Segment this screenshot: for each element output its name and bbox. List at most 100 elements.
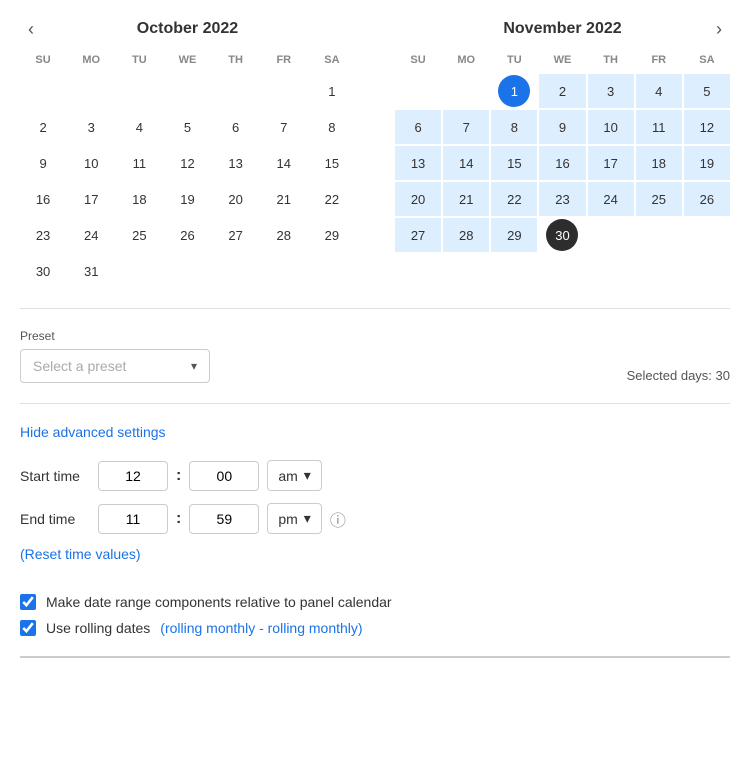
oct-day-28[interactable]: 28 [261, 218, 307, 252]
end-ampm-select[interactable]: pm ▾ [267, 503, 321, 534]
nov-dow-tu: TU [491, 50, 537, 72]
oct-day-20[interactable]: 20 [213, 182, 259, 216]
prev-month-button[interactable]: ‹ [20, 17, 42, 42]
end-ampm-value: pm [278, 511, 297, 527]
nov-day-5[interactable]: 5 [684, 74, 730, 108]
rolling-dates-checkbox[interactable] [20, 620, 36, 636]
end-hour-input[interactable] [98, 504, 168, 534]
nov-empty-end2 [636, 218, 682, 252]
relative-calendar-checkbox[interactable] [20, 594, 36, 610]
nov-day-6[interactable]: 6 [395, 110, 441, 144]
oct-day-10[interactable]: 10 [68, 146, 114, 180]
nov-day-21[interactable]: 21 [443, 182, 489, 216]
start-time-label: Start time [20, 468, 90, 484]
time-info-icon[interactable]: ⓘ [330, 507, 346, 531]
november-header: November 2022 › [395, 20, 730, 38]
nov-day-10[interactable]: 10 [588, 110, 634, 144]
nov-day-13[interactable]: 13 [395, 146, 441, 180]
dow-th: TH [213, 50, 259, 72]
oct-day-13[interactable]: 13 [213, 146, 259, 180]
preset-label: Preset [20, 329, 210, 343]
preset-dropdown[interactable]: Select a preset ▾ [20, 349, 210, 383]
nov-day-1[interactable]: 1 [491, 74, 537, 108]
oct-day-9[interactable]: 9 [20, 146, 66, 180]
start-minute-input[interactable] [189, 461, 259, 491]
end-minute-input[interactable] [189, 504, 259, 534]
nov-day-9[interactable]: 9 [539, 110, 585, 144]
bottom-divider [20, 656, 730, 658]
preset-left: Preset Select a preset ▾ [20, 329, 210, 383]
nov-day-16[interactable]: 16 [539, 146, 585, 180]
oct-day-19[interactable]: 19 [164, 182, 210, 216]
oct-day-29[interactable]: 29 [309, 218, 355, 252]
october-month: October [137, 20, 198, 37]
checkbox-1-label: Make date range components relative to p… [46, 594, 392, 610]
nov-day-29[interactable]: 29 [491, 218, 537, 252]
oct-day-2[interactable]: 2 [20, 110, 66, 144]
start-hour-input[interactable] [98, 461, 168, 491]
oct-day-16[interactable]: 16 [20, 182, 66, 216]
nov-day-3[interactable]: 3 [588, 74, 634, 108]
nov-day-28[interactable]: 28 [443, 218, 489, 252]
nov-day-12[interactable]: 12 [684, 110, 730, 144]
hide-advanced-link[interactable]: Hide advanced settings [20, 424, 166, 440]
november-calendar: November 2022 › SU MO TU WE TH FR SA 1 2… [395, 20, 730, 288]
oct-day-12[interactable]: 12 [164, 146, 210, 180]
next-month-button[interactable]: › [708, 17, 730, 42]
oct-day-25[interactable]: 25 [116, 218, 162, 252]
oct-day-21[interactable]: 21 [261, 182, 307, 216]
oct-day-30[interactable]: 30 [20, 254, 66, 288]
nov-day-15[interactable]: 15 [491, 146, 537, 180]
oct-day-31[interactable]: 31 [68, 254, 114, 288]
oct-day-5[interactable]: 5 [164, 110, 210, 144]
oct-day-15[interactable]: 15 [309, 146, 355, 180]
oct-day-23[interactable]: 23 [20, 218, 66, 252]
nov-day-14[interactable]: 14 [443, 146, 489, 180]
nov-day-23[interactable]: 23 [539, 182, 585, 216]
oct-day-8[interactable]: 8 [309, 110, 355, 144]
nov-dow-mo: MO [443, 50, 489, 72]
preset-section: Preset Select a preset ▾ Selected days: … [20, 329, 730, 383]
nov-day-22[interactable]: 22 [491, 182, 537, 216]
oct-day-11[interactable]: 11 [116, 146, 162, 180]
nov-day-8[interactable]: 8 [491, 110, 537, 144]
oct-empty-end3 [213, 254, 259, 288]
preset-placeholder: Select a preset [33, 358, 126, 374]
start-ampm-select[interactable]: am ▾ [267, 460, 321, 491]
oct-day-4[interactable]: 4 [116, 110, 162, 144]
oct-day-14[interactable]: 14 [261, 146, 307, 180]
oct-day-27[interactable]: 27 [213, 218, 259, 252]
oct-day-22[interactable]: 22 [309, 182, 355, 216]
october-calendar: ‹ October 2022 SU MO TU WE TH FR SA [20, 20, 355, 288]
nov-day-27[interactable]: 27 [395, 218, 441, 252]
oct-day-24[interactable]: 24 [68, 218, 114, 252]
nov-day-4[interactable]: 4 [636, 74, 682, 108]
nov-day-7[interactable]: 7 [443, 110, 489, 144]
oct-day-18[interactable]: 18 [116, 182, 162, 216]
oct-day-1[interactable]: 1 [309, 74, 355, 108]
nov-dow-su: SU [395, 50, 441, 72]
start-ampm-chevron-down-icon: ▾ [304, 467, 311, 484]
oct-day-6[interactable]: 6 [213, 110, 259, 144]
october-header: ‹ October 2022 [20, 20, 355, 38]
nov-day-19[interactable]: 19 [684, 146, 730, 180]
nov-day-26[interactable]: 26 [684, 182, 730, 216]
nov-day-25[interactable]: 25 [636, 182, 682, 216]
november-title: November 2022 [503, 20, 621, 38]
nov-empty-end3 [684, 218, 730, 252]
nov-dow-sa: SA [684, 50, 730, 72]
oct-day-3[interactable]: 3 [68, 110, 114, 144]
nov-day-17[interactable]: 17 [588, 146, 634, 180]
oct-day-17[interactable]: 17 [68, 182, 114, 216]
nov-day-2[interactable]: 2 [539, 74, 585, 108]
reset-section: (Reset time values) [20, 546, 730, 578]
nov-day-30[interactable]: 30 [539, 218, 585, 252]
oct-day-7[interactable]: 7 [261, 110, 307, 144]
nov-day-24[interactable]: 24 [588, 182, 634, 216]
nov-day-11[interactable]: 11 [636, 110, 682, 144]
oct-day-26[interactable]: 26 [164, 218, 210, 252]
nov-day-20[interactable]: 20 [395, 182, 441, 216]
reset-time-link[interactable]: (Reset time values) [20, 546, 141, 562]
start-colon: : [176, 467, 181, 485]
nov-day-18[interactable]: 18 [636, 146, 682, 180]
